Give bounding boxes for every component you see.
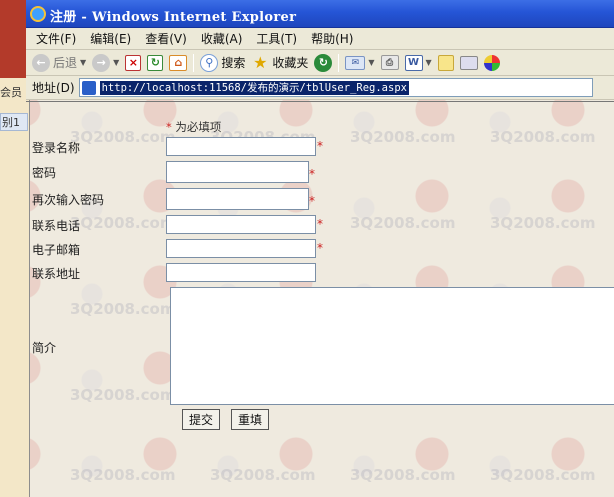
stop-icon[interactable]: × — [125, 54, 142, 71]
menu-favorites[interactable]: 收藏(A) — [201, 30, 243, 47]
window-title: 注册 - Windows Internet Explorer — [50, 10, 297, 25]
favorites-label: 收藏夹 — [272, 56, 309, 70]
address-bar: 地址(D) http://localhost:11568/发布的演示/tblUs… — [26, 76, 614, 100]
password-input[interactable] — [166, 161, 309, 183]
menu-edit[interactable]: 编辑(E) — [90, 30, 131, 47]
menu-file[interactable]: 文件(F) — [36, 30, 76, 47]
reset-button[interactable]: 重填 — [231, 409, 270, 430]
forward-button[interactable]: → ▼ — [92, 53, 120, 72]
required-note: * 为必填项 — [166, 119, 221, 135]
background-window-text: 会员 — [0, 86, 22, 99]
mail-icon: ✉ — [345, 55, 366, 70]
star-icon: ★ — [253, 53, 268, 72]
print-icon[interactable]: ⎙ — [380, 55, 399, 70]
search-label: 搜索 — [221, 56, 246, 70]
search-button[interactable]: ⚲ 搜索 — [200, 53, 246, 72]
required-mark: * — [317, 217, 323, 231]
required-mark: * — [317, 139, 323, 153]
required-mark: * — [317, 241, 323, 255]
refresh-icon[interactable]: ↻ — [147, 54, 164, 71]
login-name-input[interactable] — [166, 137, 316, 156]
intro-textarea[interactable] — [170, 287, 614, 405]
phone-input[interactable] — [166, 215, 316, 234]
favorites-button[interactable]: ★ 收藏夹 — [251, 53, 309, 72]
forward-arrow-icon: → — [92, 53, 111, 72]
email-label: 电子邮箱 — [32, 243, 81, 257]
folder-icon[interactable] — [437, 54, 454, 71]
edit-button[interactable]: W ▼ — [404, 54, 432, 71]
required-mark: * — [166, 120, 172, 134]
back-button[interactable]: ← 后退 ▼ — [32, 53, 87, 72]
chevron-down-icon: ▼ — [113, 58, 120, 67]
back-arrow-icon: ← — [32, 53, 50, 72]
address-label: 地址(D) — [32, 81, 75, 95]
word-icon: W — [404, 54, 423, 71]
chevron-down-icon: ▼ — [80, 58, 87, 67]
page-icon — [81, 80, 96, 95]
browser-window: 注册 - Windows Internet Explorer 文件(F) 编辑(… — [26, 0, 614, 497]
menu-bar: 文件(F) 编辑(E) 查看(V) 收藏(A) 工具(T) 帮助(H) — [26, 28, 614, 50]
login-name-label: 登录名称 — [32, 141, 81, 155]
contact-address-input[interactable] — [166, 263, 316, 282]
toolbar-separator — [338, 53, 340, 72]
required-mark: * — [309, 167, 315, 181]
intro-label: 简介 — [32, 341, 57, 355]
chevron-down-icon: ▼ — [368, 58, 375, 67]
confirm-password-input[interactable] — [166, 188, 309, 210]
confirm-password-label: 再次输入密码 — [32, 193, 105, 207]
address-input[interactable]: http://localhost:11568/发布的演示/tblUser_Reg… — [78, 78, 593, 97]
back-label: 后退 — [53, 56, 78, 70]
toolbar: ← 后退 ▼ → ▼ × ↻ ⌂ ⚲ 搜索 ★ 收藏夹 ↻ ✉ ▼ ⎙ W ▼ — [26, 50, 614, 76]
chevron-down-icon: ▼ — [425, 58, 432, 67]
phone-label: 联系电话 — [32, 219, 81, 233]
mail-button[interactable]: ✉ ▼ — [345, 55, 375, 70]
address-field-label: 联系地址 — [32, 267, 81, 281]
menu-view[interactable]: 查看(V) — [145, 30, 187, 47]
ie-icon — [30, 6, 46, 22]
discuss-icon[interactable] — [459, 55, 478, 70]
password-label: 密码 — [32, 166, 57, 180]
title-bar[interactable]: 注册 - Windows Internet Explorer — [26, 0, 614, 28]
history-icon[interactable]: ↻ — [314, 53, 333, 72]
search-icon: ⚲ — [200, 53, 219, 72]
home-icon[interactable]: ⌂ — [169, 54, 188, 71]
menu-tools[interactable]: 工具(T) — [256, 30, 297, 47]
menu-help[interactable]: 帮助(H) — [311, 30, 353, 47]
submit-button[interactable]: 提交 — [182, 409, 221, 430]
background-window-tab[interactable]: 别1 — [0, 113, 28, 131]
content-divider — [26, 101, 614, 102]
required-note-text: 为必填项 — [175, 120, 222, 134]
required-mark: * — [309, 194, 315, 208]
page-content: * 为必填项 登录名称 * 密码 * 再次输入密码 * 联系电话 * 电子邮箱 … — [26, 101, 614, 497]
address-url[interactable]: http://localhost:11568/发布的演示/tblUser_Reg… — [99, 80, 409, 95]
toolbar-separator — [193, 53, 195, 72]
email-input[interactable] — [166, 239, 316, 258]
messenger-icon[interactable] — [483, 54, 500, 71]
